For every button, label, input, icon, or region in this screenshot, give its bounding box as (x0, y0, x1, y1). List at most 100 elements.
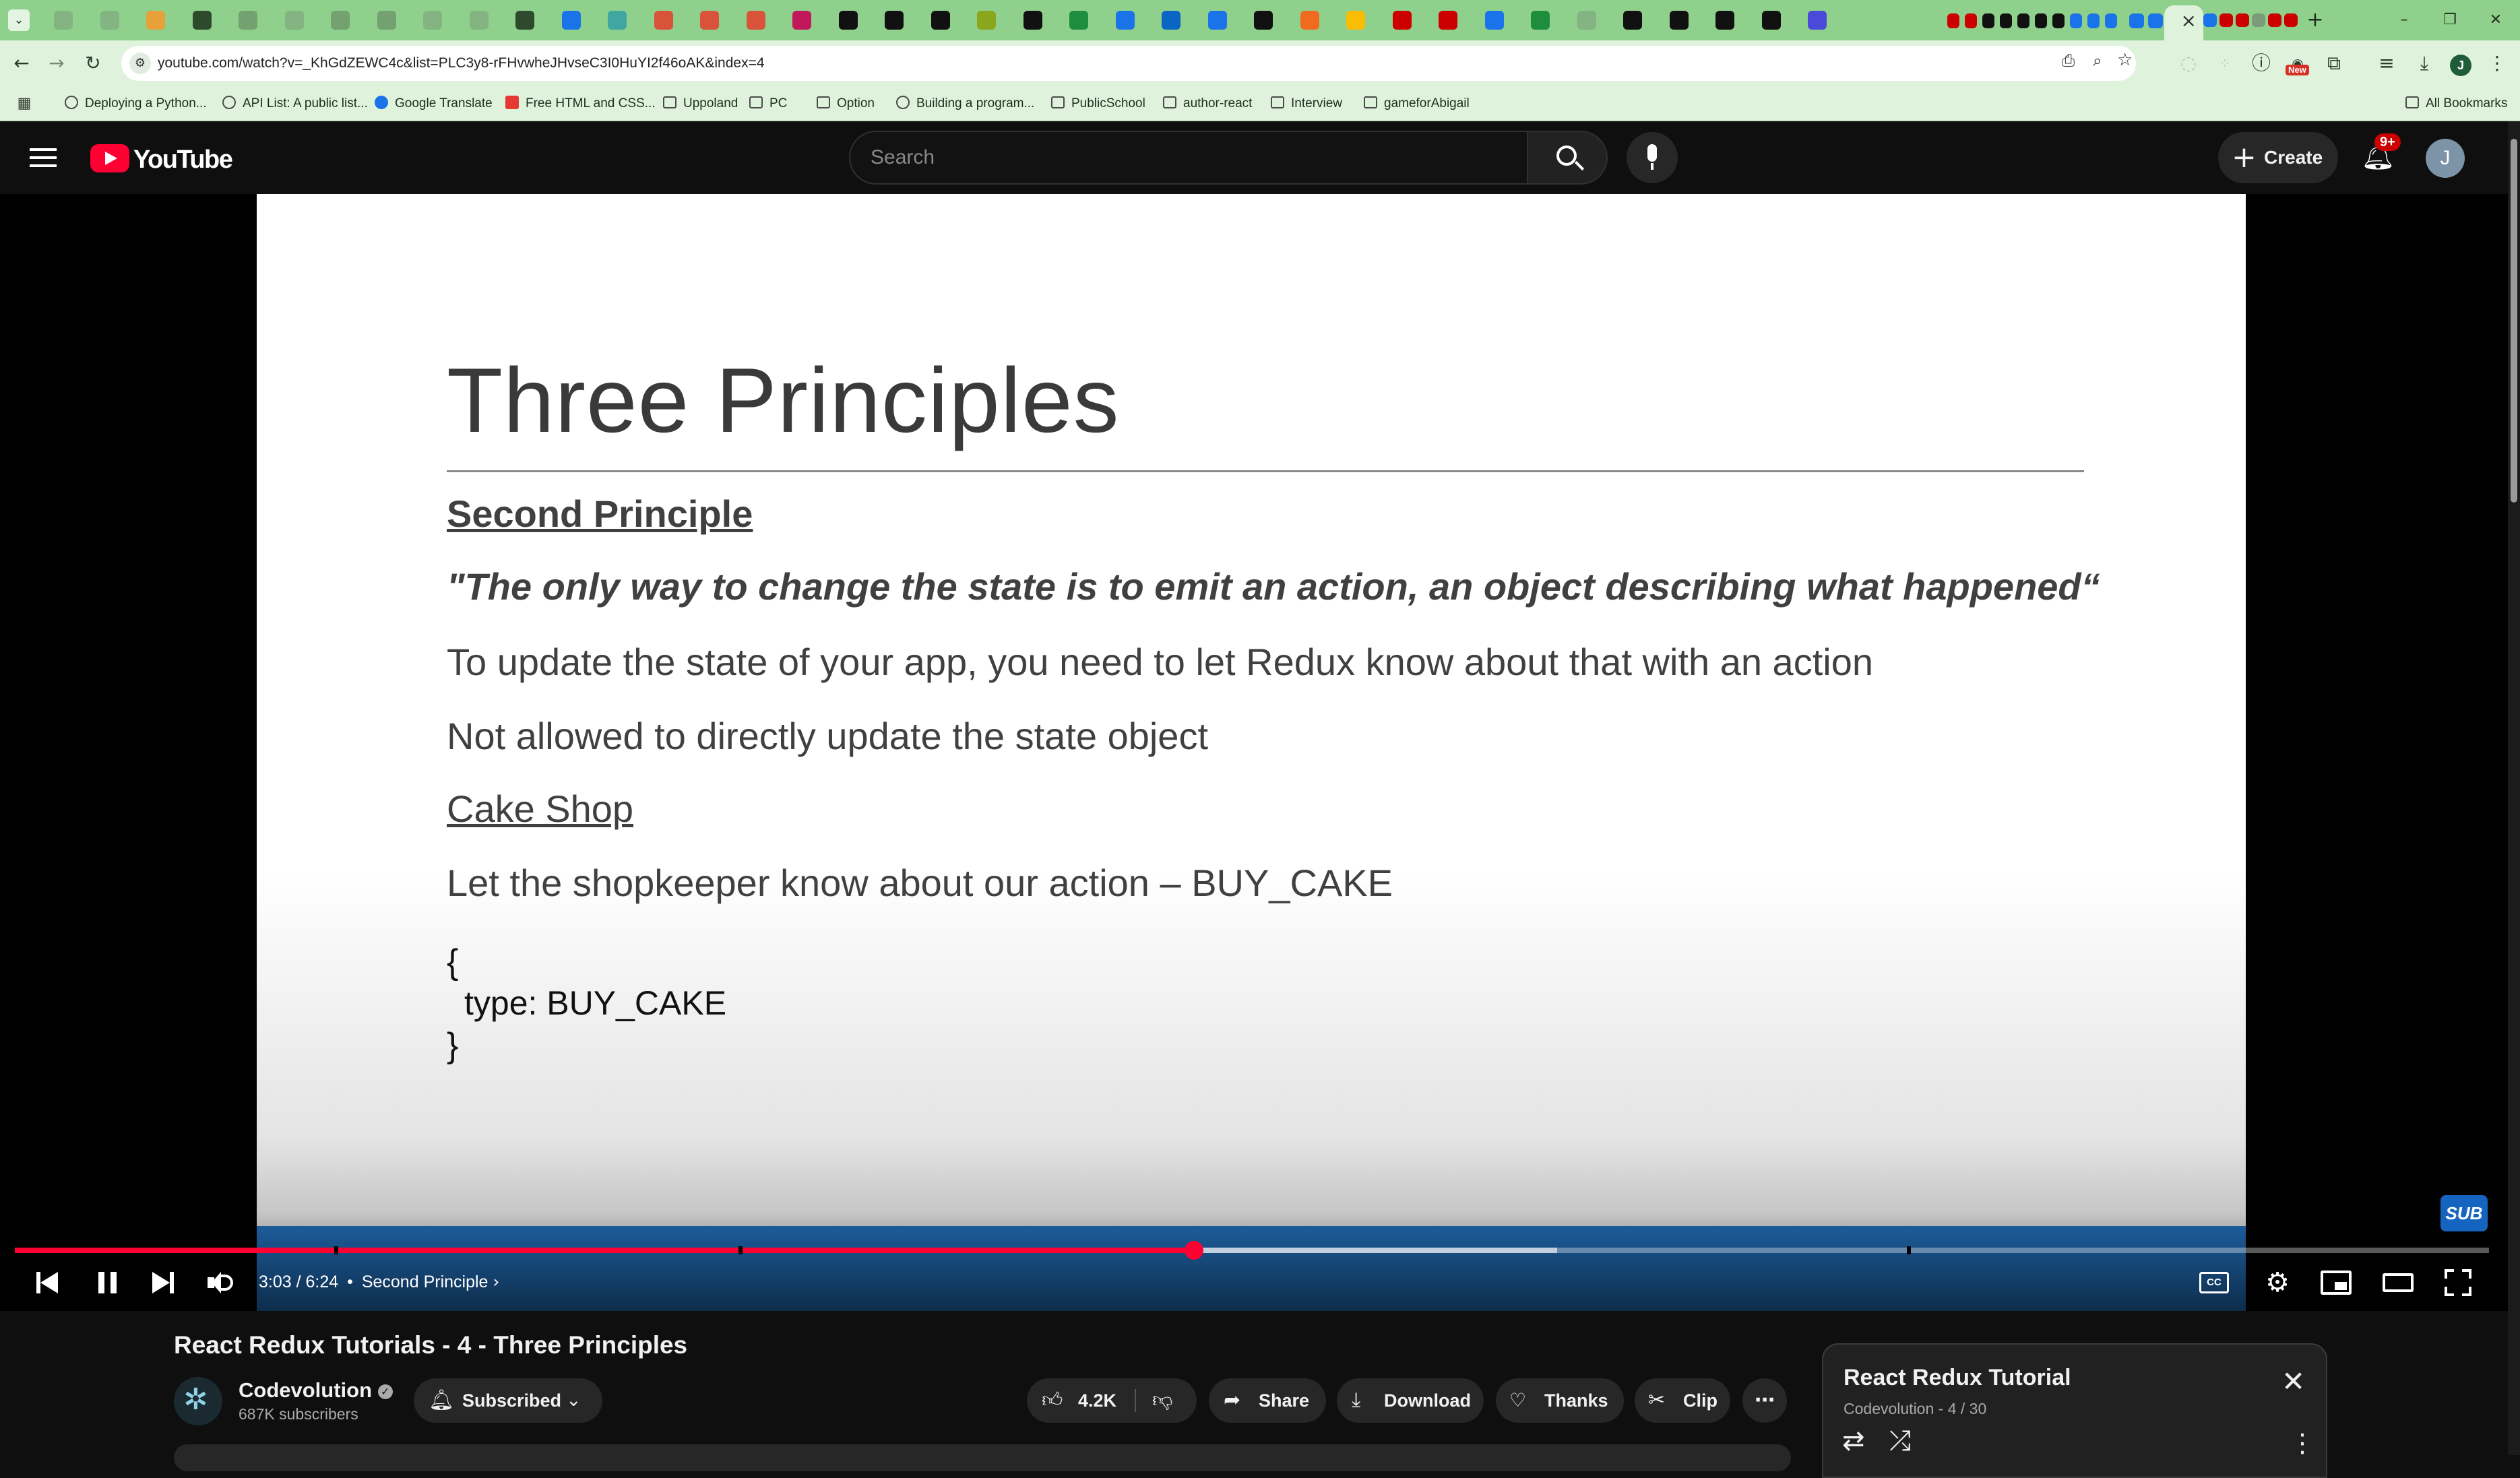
bookmark-item[interactable]: Free HTML and CSS... (505, 86, 656, 121)
next-button[interactable] (150, 1269, 177, 1296)
bookmark-item[interactable]: PC (749, 86, 787, 121)
reading-list-icon[interactable]: ≡ (2372, 49, 2401, 78)
browser-tab[interactable] (239, 11, 257, 30)
bookmark-item[interactable]: Google Translate (375, 86, 493, 121)
menu-icon[interactable] (30, 147, 57, 168)
description-box[interactable] (174, 1444, 1791, 1471)
browser-tab[interactable] (885, 11, 904, 30)
apps-grid-icon[interactable]: ▦ (9, 89, 39, 119)
bookmark-item[interactable]: gameforAbigail (1364, 86, 1470, 121)
browser-tab[interactable] (1982, 13, 1994, 28)
bookmark-item[interactable]: author-react (1163, 86, 1252, 121)
browser-tab[interactable] (1965, 13, 1977, 28)
bookmark-item[interactable]: Uppoland (663, 86, 738, 121)
browser-tab[interactable] (1346, 11, 1365, 30)
extensions-puzzle-icon[interactable]: ⧉ (2319, 49, 2349, 78)
bookmark-item[interactable]: API List: A public list... (222, 86, 368, 121)
browser-tab[interactable] (1623, 11, 1642, 30)
bookmark-star-icon[interactable]: ☆ (2117, 50, 2133, 70)
video-frame-slide[interactable]: Three Principles Second Principle "The o… (257, 194, 2246, 1311)
bookmark-item[interactable]: PublicSchool (1051, 86, 1145, 121)
forward-icon[interactable]: → (42, 49, 71, 78)
browser-tab[interactable] (2236, 13, 2249, 27)
browser-tab[interactable] (2035, 13, 2047, 28)
browser-tab[interactable] (1069, 11, 1088, 30)
downloads-icon[interactable]: ⤓ (2409, 49, 2439, 78)
browser-tab[interactable] (2105, 13, 2117, 28)
clip-button[interactable]: ✂ Clip (1635, 1378, 1730, 1423)
voice-search-button[interactable] (1627, 132, 1678, 183)
browser-tab[interactable] (146, 11, 165, 30)
browser-tab[interactable] (931, 11, 950, 30)
browser-tab[interactable] (54, 11, 73, 30)
tab-close-icon[interactable]: × (2181, 9, 2197, 32)
playlist-title[interactable]: React Redux Tutorial (1844, 1365, 2071, 1391)
zoom-icon[interactable]: ⌕ (2093, 51, 2102, 70)
browser-tab[interactable] (1715, 11, 1734, 30)
browser-tab[interactable] (1808, 11, 1827, 30)
extension-1-icon[interactable]: ◌ (2174, 49, 2203, 78)
settings-button[interactable]: ⚙ (2261, 1266, 2294, 1299)
browser-tab[interactable] (192, 11, 212, 30)
previous-button[interactable] (34, 1269, 61, 1296)
bookmark-item[interactable]: Deploying a Python... (65, 86, 207, 121)
url-text[interactable]: youtube.com/watch?v=_KhGdZEWC4c&list=PLC… (158, 46, 765, 81)
browser-tab[interactable] (2052, 13, 2065, 28)
captions-button[interactable]: CC (2199, 1272, 2229, 1293)
browser-tab[interactable] (2203, 13, 2217, 27)
subscribed-button[interactable]: 🔔︎ Subscribed ⌄ (414, 1378, 602, 1423)
page-scrollbar[interactable] (2508, 121, 2520, 1455)
more-vertical-icon[interactable]: ⋮ (2290, 1428, 2315, 1458)
close-icon[interactable]: ✕ (2281, 1365, 2305, 1398)
browser-tab[interactable] (377, 11, 396, 30)
theater-mode-button[interactable] (2383, 1273, 2414, 1292)
browser-tab[interactable] (1162, 11, 1180, 30)
browser-tab[interactable] (608, 11, 627, 30)
active-tab[interactable]: × (2164, 5, 2203, 40)
loop-icon[interactable]: ⇄ (1842, 1425, 1865, 1456)
search-input[interactable]: Search (849, 131, 1528, 185)
browser-tab[interactable] (469, 11, 489, 30)
fullscreen-button[interactable] (2445, 1269, 2471, 1296)
all-bookmarks[interactable]: All Bookmarks (2405, 86, 2507, 121)
extension-new-icon[interactable]: New ◉ (2283, 49, 2312, 78)
browser-tab[interactable] (423, 11, 442, 30)
browser-tab[interactable] (1115, 11, 1135, 30)
volume-button[interactable] (206, 1269, 236, 1296)
browser-tab[interactable] (746, 11, 765, 30)
browser-tab[interactable] (977, 11, 996, 30)
scrollbar-thumb[interactable] (2511, 139, 2517, 503)
dislike-button[interactable]: 👎︎ (1136, 1378, 1197, 1423)
youtube-logo[interactable]: YouTube (90, 143, 233, 174)
reload-icon[interactable]: ↻ (78, 49, 108, 78)
browser-tab[interactable] (792, 11, 811, 30)
bookmark-item[interactable]: Building a program... (896, 86, 1034, 121)
address-bar[interactable]: ⚙ youtube.com/watch?v=_KhGdZEWC4c&list=P… (121, 46, 2136, 81)
browser-tab[interactable] (838, 11, 858, 30)
shuffle-icon[interactable]: ⤮ (1889, 1425, 1911, 1456)
browser-tab[interactable] (2252, 13, 2265, 27)
browser-tab[interactable] (2284, 13, 2298, 27)
browser-tab[interactable] (1947, 13, 1959, 28)
browser-tab[interactable] (1023, 11, 1042, 30)
browser-tab[interactable] (515, 11, 534, 30)
channel-avatar[interactable]: ✲ (174, 1377, 222, 1425)
browser-tab[interactable] (331, 11, 350, 30)
window-close-button[interactable]: ✕ (2485, 9, 2507, 31)
site-info-icon[interactable]: ⚙ (129, 53, 151, 74)
browser-tab[interactable] (1484, 11, 1504, 30)
extension-3-icon[interactable]: ⓘ (2246, 49, 2276, 78)
subscribe-watermark[interactable]: SUB (2440, 1195, 2488, 1231)
bookmark-item[interactable]: Option (817, 86, 875, 121)
browser-tab[interactable] (2000, 13, 2012, 28)
browser-tab[interactable] (100, 11, 119, 30)
browser-tab[interactable] (2129, 13, 2144, 28)
back-icon[interactable]: ← (7, 49, 36, 78)
thanks-button[interactable]: ♡ Thanks (1496, 1378, 1624, 1423)
browser-tab[interactable] (561, 11, 581, 30)
browser-tab[interactable] (1761, 11, 1781, 30)
progress-scrubber[interactable] (1185, 1241, 1204, 1260)
browser-tab[interactable] (2070, 13, 2082, 28)
browser-tab[interactable] (1577, 11, 1596, 30)
chevron-right-icon[interactable]: › (493, 1272, 499, 1291)
